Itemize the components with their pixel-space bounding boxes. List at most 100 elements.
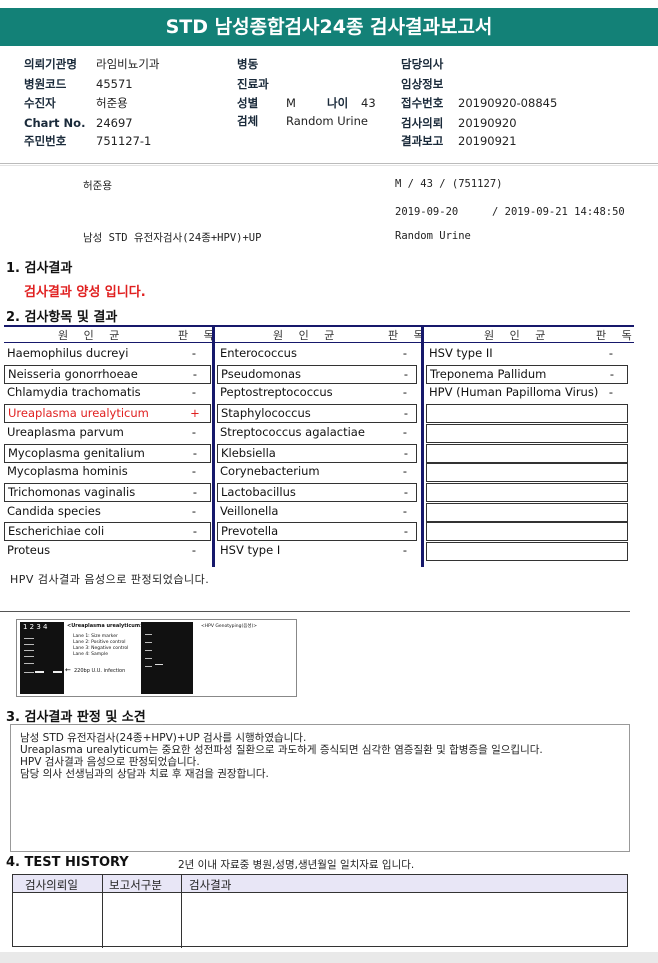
table-row: Corynebacterium -: [217, 463, 417, 482]
table-row: Mycoplasma genitalium -: [4, 443, 211, 463]
organism-result: -: [402, 464, 408, 479]
organism-name: HSV type II: [429, 346, 493, 360]
history-header-report-type: 보고서구분: [109, 878, 162, 892]
gel-band: [24, 672, 34, 673]
organism-result: -: [402, 503, 408, 518]
table-row: [426, 542, 628, 561]
table-top-rule: [4, 325, 634, 327]
organism-result: -: [403, 524, 409, 539]
gel-band: [145, 658, 152, 659]
organism-result: -: [191, 346, 197, 360]
header-label-chart-no: Chart No.: [24, 116, 86, 130]
table-divider-2: [421, 325, 424, 567]
col1-header-name: 원 인 균: [58, 329, 126, 342]
table-row: Ureaplasma parvum -: [4, 424, 211, 443]
header-value-receipt-no: 20190920-08845: [458, 96, 558, 110]
header-label-request-date: 검사의뢰: [401, 116, 444, 130]
section4-title: 4. TEST HISTORY: [6, 855, 129, 870]
table-header-rule: [4, 342, 634, 343]
header-value-hospital: 라임비뇨기과: [96, 57, 160, 71]
section2-title: 2. 검사항목 및 결과: [6, 310, 118, 325]
table-row: Candida species -: [4, 503, 211, 522]
gel-band: [145, 666, 152, 667]
organism-result: -: [402, 424, 408, 439]
section1-title: 1. 검사결과: [6, 261, 73, 276]
header-value-sex: M: [286, 96, 296, 110]
table-row: Lactobacillus -: [217, 482, 417, 502]
gel-band: [35, 671, 44, 673]
organism-result: -: [192, 484, 198, 499]
organism-name: HPV (Human Papilloma Virus): [429, 385, 599, 400]
organism-name: Streptococcus agalactiae: [220, 424, 365, 439]
organism-result: -: [402, 385, 408, 400]
col3-header-name: 원 인 균: [484, 329, 552, 342]
table-row: Enterococcus -: [217, 345, 417, 364]
organism-name: Haemophilus ducreyi: [7, 346, 129, 360]
arrow-icon: ←: [65, 666, 71, 674]
organism-name: Veillonella: [220, 503, 279, 518]
table-row: Neisseria gonorrhoeae -: [4, 364, 211, 384]
organism-result: -: [403, 484, 409, 499]
organism-name: Staphylococcus: [221, 406, 311, 421]
organism-name: Corynebacterium: [220, 464, 320, 479]
organism-result: -: [402, 543, 408, 557]
table-row: Pseudomonas -: [217, 364, 417, 384]
organism-name: Ureaplasma urealyticum: [8, 406, 149, 421]
organism-result: -: [191, 543, 197, 557]
header-value-age: 43: [361, 96, 376, 110]
header-label-ward: 병동: [237, 57, 259, 71]
organism-name: Candida species: [7, 503, 101, 518]
organism-name: Prevotella: [221, 524, 279, 539]
summary-patient-name: 허준용: [83, 180, 112, 192]
organism-name: Peptostreptococcus: [220, 385, 333, 400]
organism-name: Trichomonas vaginalis: [8, 484, 136, 499]
report-title: STD 남성종합검사24종 검사결과보고서: [0, 8, 658, 46]
gel-band: [155, 664, 163, 665]
header-value-chart-no: 24697: [96, 116, 133, 130]
history-header-result: 검사결과: [189, 878, 232, 892]
opinion-line-4: 담당 의사 선생님과의 상담과 치료 후 재검을 권장합니다.: [20, 768, 269, 780]
header-value-resident-no: 751127-1: [96, 134, 152, 148]
header-value-report-date: 20190921: [458, 134, 517, 148]
history-header-row: [13, 875, 627, 893]
gel-legend-3: Lane 3: Negative control: [73, 646, 129, 651]
organism-result: -: [403, 366, 409, 381]
organism-result: -: [192, 524, 198, 539]
table-divider-1: [212, 325, 215, 567]
organism-name: Mycoplasma genitalium: [8, 445, 145, 460]
gel-divider: [0, 611, 630, 612]
table-row: [426, 482, 628, 502]
table-row: Veillonella -: [217, 503, 417, 522]
organism-result: -: [402, 346, 408, 360]
col3-header-result: 판 독: [596, 329, 638, 342]
gel-lane-numbers: 1 2 3 4: [23, 623, 48, 631]
summary-date-to: / 2019-09-21 14:48:50: [492, 206, 625, 218]
gel-image-left: [20, 622, 64, 694]
organism-name: Chlamydia trachomatis: [7, 385, 141, 400]
organism-name: Lactobacillus: [221, 484, 296, 499]
header-value-request-date: 20190920: [458, 116, 517, 130]
test-history-table: 검사의뢰일 보고서구분 검사결과: [12, 874, 628, 948]
gel-band: [145, 634, 152, 635]
gel-band: [53, 671, 62, 673]
table-row: Mycoplasma hominis -: [4, 463, 211, 482]
section1-result: 검사결과 양성 입니다.: [24, 285, 146, 300]
gel-hpv-title: <HPV Genotyping(음성)>: [201, 624, 258, 629]
header-value-specimen: Random Urine: [286, 114, 368, 128]
header-divider-shadow: [0, 165, 658, 166]
organism-name: Mycoplasma hominis: [7, 464, 128, 479]
summary-date-from: 2019-09-20: [395, 206, 459, 218]
header-value-patient: 허준용: [96, 96, 128, 110]
summary-sex-age: M / 43 / (751127): [395, 178, 503, 190]
organism-result: +: [190, 406, 200, 421]
table-row: HPV (Human Papilloma Virus) -: [426, 384, 628, 403]
organism-name: Klebsiella: [221, 445, 276, 460]
page-footer-band: [0, 952, 658, 963]
organism-result: -: [191, 385, 197, 400]
organism-name: Proteus: [7, 543, 51, 557]
header-label-report-date: 결과보고: [401, 134, 444, 148]
table-row: Haemophilus ducreyi -: [4, 345, 211, 364]
organism-result: -: [192, 366, 198, 381]
header-label-receipt-no: 접수번호: [401, 96, 444, 110]
organism-result: -: [608, 385, 614, 400]
